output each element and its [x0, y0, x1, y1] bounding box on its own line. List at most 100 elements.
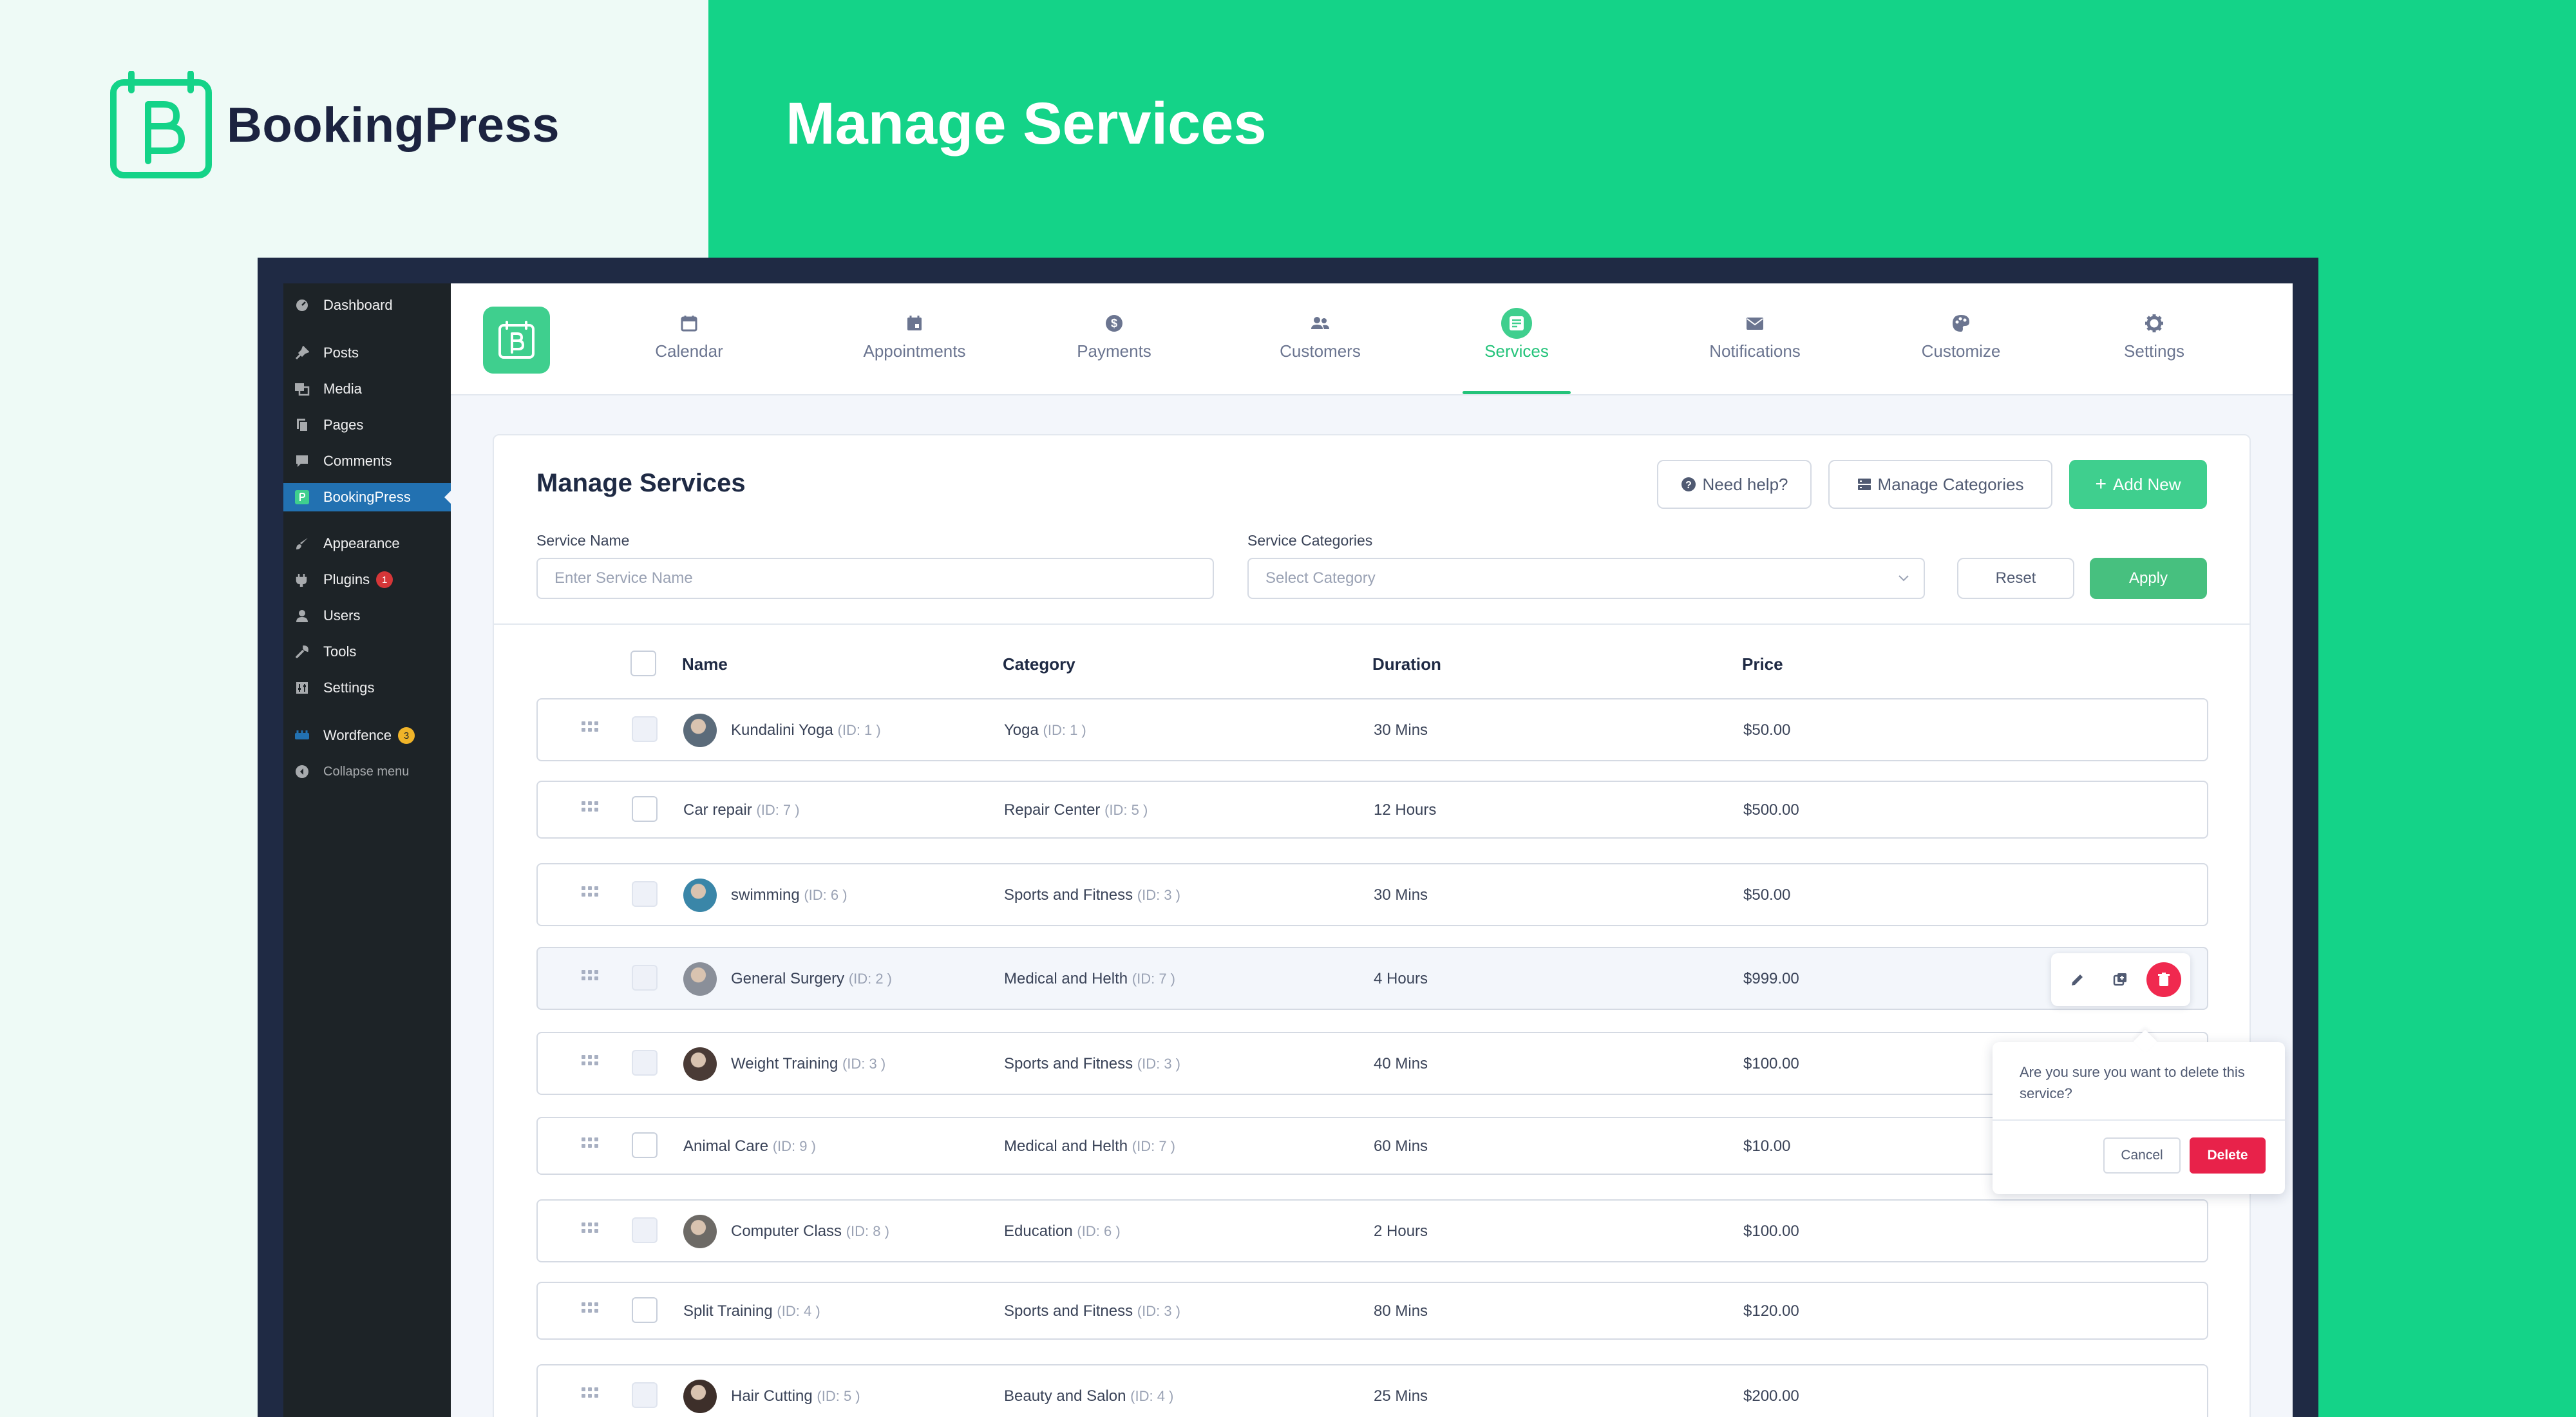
apply-button[interactable]: Apply: [2090, 558, 2207, 599]
table-row[interactable]: Car repair (ID: 7 ) Repair Center (ID: 5 …: [536, 781, 2208, 839]
wp-menu-label: Wordfence: [323, 727, 392, 743]
delete-row-button[interactable]: [2146, 962, 2181, 997]
select-all-checkbox[interactable]: [630, 651, 656, 676]
row-checkbox[interactable]: [632, 1050, 658, 1076]
drag-dot: [594, 1387, 598, 1391]
cancel-button[interactable]: Cancel: [2103, 1137, 2181, 1174]
wp-menu-bookingpress[interactable]: BookingPress: [283, 483, 451, 511]
edit-button[interactable]: [2060, 962, 2095, 997]
drag-handle-icon[interactable]: [582, 1055, 598, 1065]
delete-button[interactable]: Delete: [2190, 1137, 2266, 1174]
service-id: (ID: 9 ): [772, 1138, 816, 1154]
table-row[interactable]: Hair Cutting (ID: 5 ) Beauty and Salon (I…: [536, 1364, 2208, 1417]
tab-appointments[interactable]: Appointments: [837, 312, 992, 395]
wp-menu-tools[interactable]: Tools: [283, 638, 451, 666]
tab-label: Payments: [1077, 341, 1151, 361]
wp-menu-settings[interactable]: Settings: [283, 674, 451, 702]
row-checkbox[interactable]: [632, 1132, 658, 1158]
drag-dot: [582, 886, 585, 890]
wp-menu-label: Pages: [323, 417, 364, 433]
drag-handle-icon[interactable]: [582, 1302, 598, 1313]
tab-services[interactable]: Services: [1462, 308, 1571, 395]
need-help-button[interactable]: ? Need help?: [1657, 460, 1812, 509]
services-icon: [1501, 308, 1532, 339]
service-name-text: swimming: [731, 886, 800, 904]
service-duration: 30 Mins: [1374, 886, 1428, 904]
tab-settings[interactable]: Settings: [2099, 312, 2209, 395]
table-row[interactable]: Animal Care (ID: 9 ) Medical and Helth (I…: [536, 1117, 2208, 1175]
drag-dot: [594, 886, 598, 890]
chevron-down-icon: [1899, 575, 1909, 582]
wp-menu-collapse[interactable]: Collapse menu: [283, 757, 451, 786]
wp-menu-plugins[interactable]: Plugins 1: [283, 566, 451, 594]
tab-notifications[interactable]: Notifications: [1684, 312, 1826, 395]
wp-menu-posts[interactable]: Posts: [283, 339, 451, 367]
drag-dot: [588, 893, 592, 897]
row-checkbox[interactable]: [632, 1217, 658, 1243]
category-id: (ID: 4 ): [1130, 1388, 1174, 1404]
service-category-select[interactable]: Select Category: [1247, 558, 1925, 599]
column-header-duration: Duration: [1372, 654, 1441, 674]
table-row[interactable]: Computer Class (ID: 8 ) Education (ID: 6 …: [536, 1199, 2208, 1262]
delete-confirm-message: Are you sure you want to delete this ser…: [2020, 1064, 2245, 1101]
customers-icon: [1309, 312, 1332, 335]
service-name: Split Training (ID: 4 ): [683, 1302, 820, 1320]
manage-categories-label: Manage Categories: [1877, 474, 2024, 494]
wp-menu-label: Appearance: [323, 535, 400, 551]
row-checkbox[interactable]: [632, 881, 658, 907]
drag-dot: [594, 1137, 598, 1141]
category-id: (ID: 1 ): [1043, 722, 1086, 738]
service-name: Kundalini Yoga (ID: 1 ): [731, 721, 881, 739]
popover-divider: [1993, 1119, 2285, 1121]
duplicate-button[interactable]: [2103, 962, 2138, 997]
row-checkbox[interactable]: [632, 1382, 658, 1408]
service-name-label: Service Name: [536, 532, 630, 549]
tab-label: Customers: [1280, 341, 1361, 361]
service-name-input[interactable]: Enter Service Name: [536, 558, 1214, 599]
active-tab-indicator: [1463, 391, 1571, 394]
wp-menu-wordfence[interactable]: Wordfence 3: [283, 721, 451, 750]
table-row[interactable]: swimming (ID: 6 ) Sports and Fitness (ID:…: [536, 863, 2208, 926]
wp-menu-label: Comments: [323, 453, 392, 469]
drag-handle-icon[interactable]: [582, 1137, 598, 1148]
drag-dot: [594, 1055, 598, 1059]
svg-text:?: ?: [1685, 480, 1692, 491]
table-row[interactable]: Weight Training (ID: 3 ) Sports and Fitne…: [536, 1032, 2208, 1095]
tab-calendar[interactable]: Calendar: [634, 312, 744, 395]
wp-menu-comments[interactable]: Comments: [283, 447, 451, 475]
drag-dot: [588, 970, 592, 974]
wp-menu-users[interactable]: Users: [283, 602, 451, 630]
table-row[interactable]: General Surgery (ID: 2 ) Medical and Helt…: [536, 947, 2208, 1010]
drag-handle-icon[interactable]: [582, 801, 598, 812]
drag-handle-icon[interactable]: [582, 970, 598, 980]
plugins-update-badge: 1: [376, 571, 393, 588]
wp-menu-dashboard[interactable]: Dashboard: [283, 291, 451, 319]
drag-dot: [582, 721, 585, 725]
service-name-placeholder: Enter Service Name: [554, 569, 693, 587]
drag-handle-icon[interactable]: [582, 1222, 598, 1233]
drag-handle-icon[interactable]: [582, 886, 598, 897]
wp-menu-appearance[interactable]: Appearance: [283, 529, 451, 558]
drag-handle-icon[interactable]: [582, 721, 598, 732]
wp-menu-media[interactable]: Media: [283, 375, 451, 403]
category-id: (ID: 7 ): [1132, 971, 1176, 987]
wp-menu-pages[interactable]: Pages: [283, 411, 451, 439]
service-duration: 80 Mins: [1374, 1302, 1428, 1320]
service-category: Beauty and Salon (ID: 4 ): [1004, 1387, 1173, 1405]
table-row[interactable]: Split Training (ID: 4 ) Sports and Fitnes…: [536, 1282, 2208, 1340]
row-checkbox[interactable]: [632, 1297, 658, 1323]
drag-dot: [588, 808, 592, 812]
tab-customers[interactable]: Customers: [1259, 312, 1381, 395]
add-new-button[interactable]: + Add New: [2069, 460, 2207, 509]
table-row[interactable]: Kundalini Yoga (ID: 1 ) Yoga (ID: 1 ) 30 M…: [536, 698, 2208, 761]
row-checkbox[interactable]: [632, 796, 658, 822]
drag-dot: [582, 801, 585, 805]
bookingpress-nav-logo[interactable]: [483, 307, 550, 374]
tab-customize[interactable]: Customize: [1903, 312, 2019, 395]
row-checkbox[interactable]: [632, 716, 658, 742]
reset-button[interactable]: Reset: [1957, 558, 2074, 599]
tab-payments[interactable]: $ Payments: [1059, 312, 1169, 395]
drag-handle-icon[interactable]: [582, 1387, 598, 1398]
row-checkbox[interactable]: [632, 965, 658, 991]
manage-categories-button[interactable]: Manage Categories: [1828, 460, 2052, 509]
